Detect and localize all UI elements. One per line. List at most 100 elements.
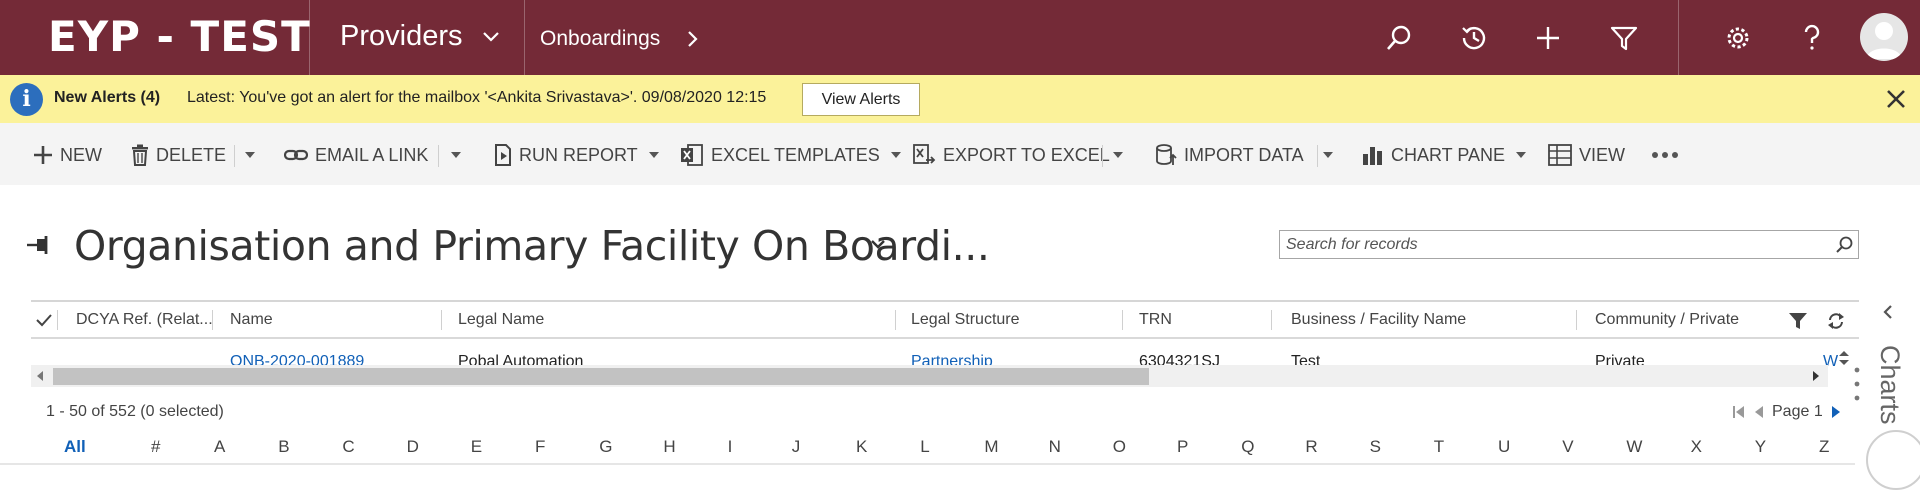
history-icon[interactable] xyxy=(1458,22,1490,54)
delete-button[interactable]: DELETE xyxy=(131,143,226,167)
pager: Page 1 xyxy=(1732,401,1843,423)
new-button[interactable]: NEW xyxy=(33,143,102,167)
alphabet-filter-letter[interactable]: Q xyxy=(1241,437,1254,457)
caret-down-icon[interactable] xyxy=(1110,147,1126,163)
search-button[interactable] xyxy=(1830,231,1858,258)
search-input[interactable] xyxy=(1286,233,1806,257)
alphabet-filter-letter[interactable]: G xyxy=(599,437,612,457)
view-button[interactable]: VIEW xyxy=(1548,143,1625,167)
scrollbar-thumb[interactable] xyxy=(53,368,1149,385)
nav-divider xyxy=(524,0,525,75)
column-divider xyxy=(1271,310,1272,330)
column-header-dcya-ref[interactable]: DCYA Ref. (Relat... xyxy=(76,311,213,329)
alphabet-filter-letter[interactable]: S xyxy=(1370,437,1381,457)
command-separator xyxy=(1317,145,1318,167)
alphabet-filter-letter[interactable]: M xyxy=(984,437,998,457)
chevron-left-icon[interactable] xyxy=(1882,304,1894,320)
command-separator xyxy=(1102,145,1103,167)
nav-divider xyxy=(309,0,310,75)
charts-pane-label[interactable]: Charts xyxy=(1874,345,1905,425)
filter-icon[interactable] xyxy=(1788,312,1808,330)
alert-message: Latest: You've got an alert for the mail… xyxy=(187,89,767,106)
chevron-down-icon[interactable] xyxy=(482,30,500,44)
user-avatar[interactable] xyxy=(1860,13,1908,61)
pin-icon[interactable] xyxy=(26,234,54,256)
bar-chart-icon xyxy=(1363,147,1382,165)
search-icon[interactable] xyxy=(1383,22,1415,54)
alphabet-filter-all[interactable]: All xyxy=(64,437,86,457)
alphabet-filter-letter[interactable]: Z xyxy=(1819,437,1829,457)
column-header-community-private[interactable]: Community / Private xyxy=(1595,311,1739,329)
area-selector[interactable]: Providers xyxy=(340,20,463,53)
excel-templates-label: EXCEL TEMPLATES xyxy=(711,144,880,165)
run-report-button[interactable]: RUN REPORT xyxy=(494,143,669,167)
column-header-legal-name[interactable]: Legal Name xyxy=(458,311,544,329)
select-all-checkmark-icon[interactable] xyxy=(35,312,53,328)
column-header-name[interactable]: Name xyxy=(230,311,273,329)
alphabet-filter-letter[interactable]: L xyxy=(920,437,929,457)
alphabet-filter-letter[interactable]: # xyxy=(151,437,160,457)
alphabet-filter-letter[interactable]: N xyxy=(1049,437,1061,457)
alphabet-filter-letter[interactable]: W xyxy=(1626,437,1642,457)
grid-view-icon xyxy=(1548,144,1572,166)
vertical-scroll-arrows-icon[interactable] xyxy=(1837,349,1851,367)
view-title[interactable]: Organisation and Primary Facility On Boa… xyxy=(74,222,990,270)
chevron-right-icon[interactable] xyxy=(686,30,700,48)
alphabet-filter-letter[interactable]: P xyxy=(1177,437,1188,457)
excel-templates-button[interactable]: EXCEL TEMPLATES xyxy=(680,143,911,167)
alert-bar: i New Alerts (4) Latest: You've got an a… xyxy=(0,75,1920,123)
horizontal-scrollbar[interactable] xyxy=(31,365,1828,387)
alphabet-filter-letter[interactable]: E xyxy=(471,437,482,457)
search-icon xyxy=(1836,236,1853,253)
export-excel-button[interactable]: EXPORT TO EXCEL xyxy=(912,143,1110,167)
refresh-icon[interactable] xyxy=(1827,312,1845,330)
previous-page-icon[interactable] xyxy=(1752,405,1766,419)
first-page-icon[interactable] xyxy=(1732,405,1746,419)
alphabet-filter-letter[interactable]: V xyxy=(1562,437,1573,457)
alphabet-filter-letter[interactable]: K xyxy=(856,437,867,457)
column-header-legal-structure[interactable]: Legal Structure xyxy=(911,311,1020,329)
caret-down-icon xyxy=(648,152,659,158)
chevron-down-icon[interactable] xyxy=(868,238,888,252)
email-link-button[interactable]: EMAIL A LINK xyxy=(284,143,428,167)
alphabet-filter-letter[interactable]: A xyxy=(214,437,225,457)
scroll-right-icon[interactable] xyxy=(1811,370,1821,382)
column-header-business-name[interactable]: Business / Facility Name xyxy=(1291,311,1466,329)
page-label: Page 1 xyxy=(1772,403,1823,420)
alphabet-filter-letter[interactable]: T xyxy=(1434,437,1444,457)
nav-divider xyxy=(1678,0,1679,75)
filter-icon[interactable] xyxy=(1608,22,1640,54)
alphabet-filter-letter[interactable]: Y xyxy=(1755,437,1766,457)
help-icon[interactable] xyxy=(1796,22,1828,54)
gear-icon[interactable] xyxy=(1722,22,1754,54)
caret-down-icon[interactable] xyxy=(1320,147,1336,163)
import-data-button[interactable]: IMPORT DATA xyxy=(1155,143,1304,167)
alphabet-filter-letter[interactable]: X xyxy=(1691,437,1702,457)
search-records-box xyxy=(1279,230,1859,259)
view-alerts-button[interactable]: View Alerts xyxy=(802,83,920,116)
entity-breadcrumb[interactable]: Onboardings xyxy=(540,27,660,51)
caret-down-icon[interactable] xyxy=(448,147,464,163)
alphabet-filter-letter[interactable]: H xyxy=(663,437,675,457)
plus-icon[interactable] xyxy=(1532,22,1564,54)
chart-pane-button[interactable]: CHART PANE xyxy=(1362,143,1536,167)
app-title[interactable]: EYP - TEST xyxy=(48,12,311,61)
next-page-icon[interactable] xyxy=(1829,405,1843,419)
drag-handle-icon[interactable] xyxy=(1852,366,1862,402)
alphabet-filter-letter[interactable]: I xyxy=(728,437,733,457)
run-report-label: RUN REPORT xyxy=(519,144,638,165)
alphabet-filter-letter[interactable]: R xyxy=(1305,437,1317,457)
alphabet-filter-letter[interactable]: B xyxy=(278,437,289,457)
caret-down-icon[interactable] xyxy=(242,147,258,163)
alphabet-filter-letter[interactable]: C xyxy=(342,437,354,457)
close-icon[interactable] xyxy=(1882,85,1910,113)
scroll-left-icon[interactable] xyxy=(35,370,45,382)
alphabet-filter-letter[interactable]: F xyxy=(535,437,545,457)
alphabet-filter-letter[interactable]: D xyxy=(407,437,419,457)
alphabet-filter-letter[interactable]: U xyxy=(1498,437,1510,457)
column-header-trn[interactable]: TRN xyxy=(1139,311,1172,329)
user-icon xyxy=(1866,22,1902,59)
alphabet-filter-letter[interactable]: J xyxy=(792,437,801,457)
more-commands-button[interactable] xyxy=(1652,143,1685,167)
alphabet-filter-letter[interactable]: O xyxy=(1113,437,1126,457)
